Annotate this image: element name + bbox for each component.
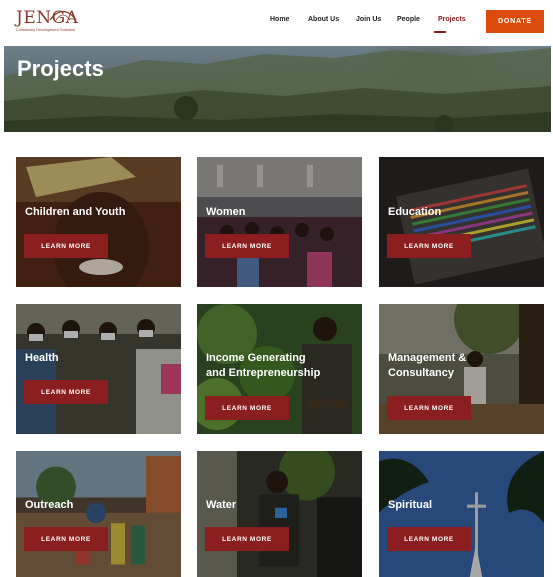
site-header: JENGA Community Development Outreach Hom… (0, 0, 553, 44)
project-card-children-and-youth[interactable]: Children and Youth LEARN MORE (16, 157, 181, 287)
nav-people[interactable]: People (397, 16, 420, 23)
active-nav-indicator (434, 31, 446, 33)
learn-more-button[interactable]: LEARN MORE (24, 234, 108, 258)
card-title-line-2: and Entrepreneurship (206, 367, 321, 379)
page-title: Projects (17, 56, 104, 81)
card-title: Children and Youth (25, 206, 126, 218)
card-title: Water (206, 499, 237, 511)
jenga-logo[interactable]: JENGA Community Development Outreach (16, 6, 78, 38)
learn-more-button[interactable]: LEARN MORE (387, 396, 471, 420)
nav-home[interactable]: Home (270, 16, 289, 23)
donate-button[interactable]: DONATE (486, 10, 544, 33)
learn-more-button[interactable]: LEARN MORE (205, 527, 289, 551)
learn-more-button[interactable]: LEARN MORE (387, 234, 471, 258)
nav-about-us[interactable]: About Us (308, 16, 339, 23)
card-title: Outreach (25, 499, 74, 511)
card-title: Health (25, 352, 59, 364)
project-card-health[interactable]: Health LEARN MORE (16, 304, 181, 434)
project-card-education[interactable]: Education LEARN MORE (379, 157, 544, 287)
learn-more-button[interactable]: LEARN MORE (387, 527, 471, 551)
learn-more-button[interactable]: LEARN MORE (205, 234, 289, 258)
project-card-outreach[interactable]: Outreach LEARN MORE (16, 451, 181, 577)
card-title: Women (206, 206, 246, 218)
project-card-management-consultancy[interactable]: Management & Consultancy LEARN MORE (379, 304, 544, 434)
logo-arch-icon (49, 10, 77, 21)
logo-tagline: Community Development Outreach (16, 28, 76, 32)
project-card-spiritual[interactable]: Spiritual LEARN MORE (379, 451, 544, 577)
card-title: Spiritual (388, 499, 433, 511)
nav-join-us[interactable]: Join Us (356, 16, 381, 23)
project-card-water[interactable]: Water LEARN MORE (197, 451, 362, 577)
card-title-line-2: Consultancy (388, 367, 455, 379)
learn-more-button[interactable]: LEARN MORE (24, 527, 108, 551)
project-card-income-generating[interactable]: Income Generating and Entrepreneurship L… (197, 304, 362, 434)
hero-banner: Projects (4, 46, 551, 132)
project-card-women[interactable]: Women LEARN MORE (197, 157, 362, 287)
card-title-line-1: Management & (388, 352, 467, 364)
learn-more-button[interactable]: LEARN MORE (24, 380, 108, 404)
card-title: Education (388, 206, 442, 218)
learn-more-button[interactable]: LEARN MORE (205, 396, 289, 420)
nav-projects[interactable]: Projects (438, 16, 466, 23)
card-title-line-1: Income Generating (206, 352, 306, 364)
